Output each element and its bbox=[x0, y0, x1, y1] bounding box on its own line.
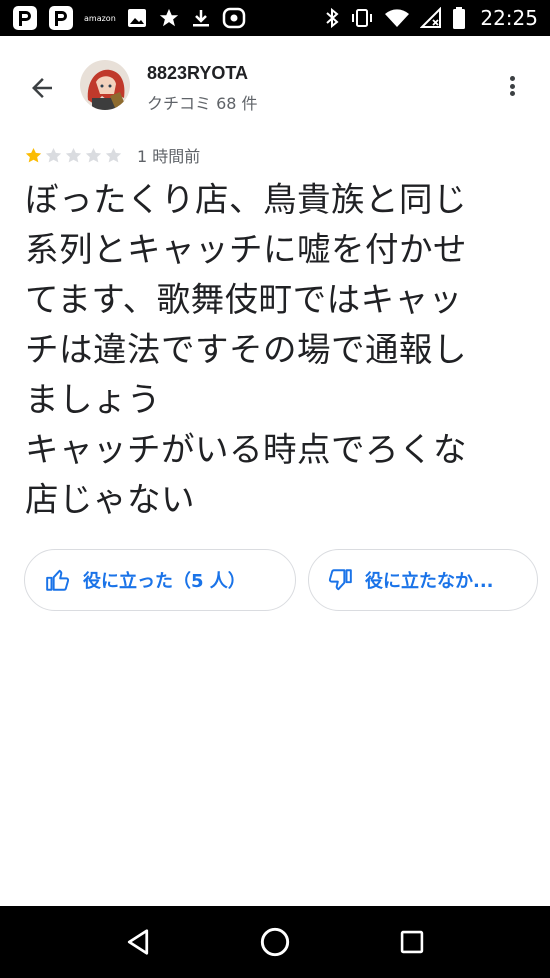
not-helpful-button[interactable]: 役に立たなか... bbox=[308, 549, 538, 611]
star-icon bbox=[158, 6, 180, 30]
more-vert-icon-dot bbox=[509, 83, 515, 89]
more-options-button[interactable] bbox=[500, 72, 524, 100]
reviewer-name[interactable]: 8823RYOTA bbox=[147, 63, 248, 84]
star-empty-icon bbox=[65, 147, 82, 162]
square-recents-icon bbox=[400, 930, 423, 954]
more-vert-icon-dot bbox=[509, 76, 515, 81]
image-icon bbox=[126, 6, 148, 30]
star-empty-icon bbox=[105, 147, 122, 162]
amazon-icon: amazon bbox=[84, 6, 116, 30]
star-empty-icon bbox=[85, 147, 102, 162]
vibrate-icon bbox=[350, 6, 374, 30]
rating-row: 1 時間前 bbox=[24, 144, 200, 166]
review-text: ぼったくり店、鳥貴族と同じ 系列とキャッチに嘘を付かせ てます、歌舞伎町ではキャ… bbox=[25, 180, 467, 519]
back-button[interactable] bbox=[22, 68, 62, 108]
wifi-icon bbox=[384, 6, 410, 30]
helpful-label: 役に立った（5 人） bbox=[83, 571, 246, 592]
thumb-up-icon bbox=[46, 569, 70, 591]
not-helpful-label: 役に立たなか... bbox=[365, 571, 494, 592]
nav-recents-button[interactable] bbox=[388, 918, 436, 966]
status-bar: amazon 22:25 bbox=[0, 0, 550, 36]
star-filled-icon bbox=[25, 147, 42, 162]
reviewer-review-count: クチコミ 68 件 bbox=[147, 94, 258, 113]
helpful-button[interactable]: 役に立った（5 人） bbox=[24, 549, 296, 611]
no-signal-icon bbox=[420, 6, 442, 30]
bluetooth-icon bbox=[324, 6, 340, 30]
download-icon bbox=[190, 6, 212, 30]
star-rating bbox=[24, 146, 123, 165]
app-header: 8823RYOTA クチコミ 68 件 bbox=[0, 36, 550, 136]
navigation-bar bbox=[0, 906, 550, 978]
star-empty-icon bbox=[45, 147, 62, 162]
screen: amazon 22:25 8823RYOTA クチコミ 68 件 1 時間前 ぼ… bbox=[0, 0, 550, 978]
nav-back-button[interactable] bbox=[114, 918, 162, 966]
nav-home-button[interactable] bbox=[251, 918, 299, 966]
amazon-label: amazon bbox=[84, 13, 116, 23]
more-vert-icon-dot bbox=[509, 91, 515, 96]
arrow-back-icon bbox=[32, 78, 52, 98]
status-bar-notifications: amazon bbox=[12, 6, 246, 30]
triangle-back-icon bbox=[128, 929, 149, 955]
circle-home-icon bbox=[260, 927, 290, 957]
link-icon bbox=[222, 6, 246, 30]
paypay-icon bbox=[48, 6, 74, 30]
avatar[interactable] bbox=[80, 60, 130, 110]
status-time: 22:25 bbox=[480, 6, 538, 30]
battery-icon bbox=[452, 6, 466, 30]
paypay-icon bbox=[12, 6, 38, 30]
review-time: 1 時間前 bbox=[137, 147, 201, 166]
thumb-down-icon bbox=[328, 569, 352, 591]
status-bar-system: 22:25 bbox=[324, 6, 538, 30]
